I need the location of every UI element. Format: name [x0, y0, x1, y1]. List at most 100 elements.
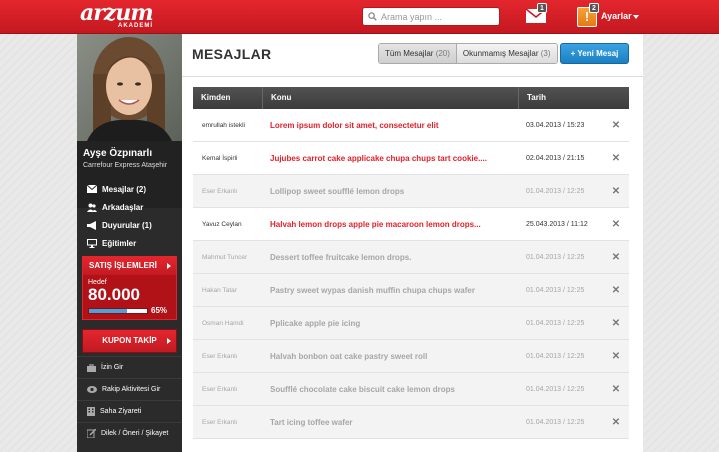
message-date: 01.04.2013 / 12:25 — [526, 320, 585, 327]
logo-wordmark: arzum — [80, 0, 154, 26]
eye-icon — [87, 386, 97, 393]
table-row[interactable]: Eser Erkanlı Soufflé chocolate cake biscu… — [193, 373, 629, 406]
avatar[interactable] — [77, 34, 182, 141]
nav-item-label: Saha Ziyareti — [100, 408, 142, 415]
table-row[interactable]: Mahmut Tuncer Dessert toffee fruitcake le… — [193, 241, 629, 274]
nav-item-field-visit[interactable]: Saha Ziyareti — [77, 400, 182, 422]
mail-count-badge: 1 — [537, 3, 547, 13]
message-sender: Hakan Tatar — [202, 287, 237, 294]
search-box[interactable] — [362, 7, 500, 26]
table-row[interactable]: Eser Erkanlı Halvah bonbon oat cake pastr… — [193, 340, 629, 373]
delete-icon[interactable]: ✕ — [611, 241, 621, 274]
message-date: 03.04.2013 / 15:23 — [526, 122, 585, 129]
sales-panel: SATIŞ İŞLEMLERİ Hedef 80.000 65% — [82, 256, 177, 320]
column-header-date[interactable]: Tarih — [518, 87, 629, 109]
building-icon — [87, 407, 95, 416]
message-date: 01.04.2013 / 12:25 — [526, 353, 585, 360]
filter-label: Okunmamış Mesajlar — [462, 49, 539, 58]
filter-all-messages[interactable]: Tüm Mesajlar (20) — [379, 44, 456, 63]
nav-item-feedback[interactable]: Dilek / Öneri / Şikayet — [77, 422, 182, 444]
delete-icon[interactable]: ✕ — [611, 274, 621, 307]
search-icon — [368, 12, 377, 21]
nav-item-friends[interactable]: Arkadaşlar — [77, 198, 182, 216]
briefcase-icon — [87, 363, 96, 372]
message-subject[interactable]: Pplicake apple pie icing — [270, 307, 520, 340]
new-message-button[interactable]: + Yeni Mesaj — [560, 43, 629, 64]
chevron-right-icon — [167, 263, 171, 269]
message-subject[interactable]: Tart icing toffee wafer — [270, 406, 520, 439]
users-icon — [87, 203, 97, 212]
logo-subtitle: AKADEMİ — [118, 23, 153, 29]
table-row[interactable]: Eser Erkanlı Lollipop sweet soufflé lemon… — [193, 175, 629, 208]
delete-icon[interactable]: ✕ — [611, 175, 621, 208]
nav-item-messages[interactable]: Mesajlar (2) — [77, 180, 182, 198]
nav-item-trainings[interactable]: Eğitimler — [77, 234, 182, 252]
nav-item-label: Duyurular (1) — [102, 220, 152, 230]
message-sender: Kemal İspirli — [202, 155, 238, 162]
delete-icon[interactable]: ✕ — [611, 208, 621, 241]
nav-item-label: Dilek / Öneri / Şikayet — [101, 430, 169, 437]
message-date: 01.04.2013 / 12:25 — [526, 188, 585, 195]
message-sender: Yavuz Ceylan — [202, 221, 242, 228]
alert-count-badge: 2 — [589, 3, 599, 13]
message-subject[interactable]: Lollipop sweet soufflé lemon drops — [270, 175, 520, 208]
table-row[interactable]: Eser Erkanlı Tart icing toffee wafer 01.04… — [193, 406, 629, 439]
message-subject[interactable]: Soufflé chocolate cake biscuit cake lemo… — [270, 373, 520, 406]
table-row[interactable]: Osman Hamdi Pplicake apple pie icing 01.04… — [193, 307, 629, 340]
profile-subtitle: Carrefour Express Ataşehir — [83, 162, 168, 169]
header-divider — [182, 76, 643, 77]
delete-icon[interactable]: ✕ — [611, 373, 621, 406]
table-row[interactable]: Kemal İspirli Jujubes carrot cake applica… — [193, 142, 629, 175]
secondary-nav: İzin Gir Rakip Aktivitesi Gir Saha Ziyar… — [77, 356, 182, 444]
message-date: 02.04.2013 / 21:15 — [526, 155, 585, 162]
message-subject[interactable]: Pastry sweet wypas danish muffin chupa c… — [270, 274, 520, 307]
message-sender: Mahmut Tuncer — [202, 254, 248, 261]
message-subject[interactable]: Halvah bonbon oat cake pastry sweet roll — [270, 340, 520, 373]
nav-item-competitor-activity[interactable]: Rakip Aktivitesi Gir — [77, 378, 182, 400]
table-row[interactable]: Hakan Tatar Pastry sweet wypas danish muf… — [193, 274, 629, 307]
message-subject[interactable]: Lorem ipsum dolor sit amet, consectetur … — [270, 109, 520, 142]
delete-icon[interactable]: ✕ — [611, 142, 621, 175]
message-subject[interactable]: Jujubes carrot cake applicake chupa chup… — [270, 142, 520, 175]
message-date: 01.04.2013 / 12:25 — [526, 419, 585, 426]
table-body: emrullah istekli Lorem ipsum dolor sit am… — [193, 109, 629, 439]
table-header: Kimden Konu Tarih — [193, 87, 629, 109]
nav-item-label: Rakip Aktivitesi Gir — [102, 386, 161, 393]
edit-icon — [87, 429, 96, 438]
column-header-subject[interactable]: Konu — [262, 87, 518, 109]
message-sender: emrullah istekli — [202, 122, 245, 129]
sales-header[interactable]: SATIŞ İŞLEMLERİ — [83, 257, 176, 275]
brand-logo[interactable]: arzum AKADEMİ — [80, 2, 160, 32]
nav-item-announcements[interactable]: Duyurular (1) — [77, 216, 182, 234]
profile-name: Ayşe Özpınarlı — [83, 148, 153, 159]
settings-menu[interactable]: Ayarlar — [601, 11, 632, 21]
message-date: 01.04.2013 / 12:25 — [526, 386, 585, 393]
chevron-right-icon — [167, 338, 171, 344]
column-header-from[interactable]: Kimden — [193, 87, 262, 109]
main-content: MESAJLAR Tüm Mesajlar (20) Okunmamış Mes… — [182, 34, 643, 452]
delete-icon[interactable]: ✕ — [611, 406, 621, 439]
mail-icon — [87, 185, 97, 193]
target-progress-bar — [88, 308, 148, 314]
message-subject[interactable]: Halvah lemon drops apple pie macaroon le… — [270, 208, 520, 241]
message-subject[interactable]: Dessert toffee fruitcake lemon drops. — [270, 241, 520, 274]
table-row[interactable]: emrullah istekli Lorem ipsum dolor sit am… — [193, 109, 629, 142]
delete-icon[interactable]: ✕ — [611, 340, 621, 373]
message-date: 25.043.2013 / 11:12 — [526, 221, 588, 228]
message-date: 01.04.2013 / 12:25 — [526, 254, 585, 261]
chevron-down-icon[interactable] — [633, 15, 639, 19]
message-sender: Osman Hamdi — [202, 320, 244, 327]
table-row[interactable]: Yavuz Ceylan Halvah lemon drops apple pie… — [193, 208, 629, 241]
delete-icon[interactable]: ✕ — [611, 109, 621, 142]
messages-table: Kimden Konu Tarih emrullah istekli Lorem … — [193, 87, 629, 439]
coupon-tracking-button[interactable]: KUPON TAKİP — [82, 329, 177, 353]
filter-unread-messages[interactable]: Okunmamış Mesajlar (3) — [455, 44, 557, 63]
nav-item-leave[interactable]: İzin Gir — [77, 356, 182, 378]
nav-item-label: İzin Gir — [101, 364, 124, 371]
search-input[interactable] — [381, 11, 491, 22]
filter-count: (3) — [540, 49, 551, 58]
page-title: MESAJLAR — [192, 46, 272, 62]
delete-icon[interactable]: ✕ — [611, 307, 621, 340]
message-sender: Eser Erkanlı — [202, 353, 238, 360]
filter-label: Tüm Mesajlar — [385, 49, 434, 58]
